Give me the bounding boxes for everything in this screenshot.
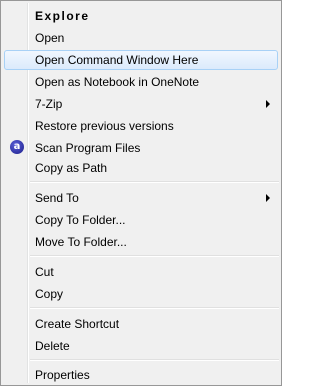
menu-item-label: Move To Folder... (35, 235, 127, 249)
menu-item-restore-previous-versions[interactable]: Restore previous versions (4, 116, 278, 136)
menu-item-open[interactable]: Open (4, 28, 278, 48)
menu-item-label: Open as Notebook in OneNote (35, 75, 200, 89)
menu-item-copy-as-path[interactable]: Copy as Path (4, 158, 278, 178)
menu-item-cut[interactable]: Cut (4, 262, 278, 282)
menu-item-label: 7-Zip (35, 97, 63, 111)
menu-item-scan-program-files[interactable]: a Scan Program Files (4, 138, 278, 158)
menu-item-copy-to-folder[interactable]: Copy To Folder... (4, 210, 278, 230)
menu-item-create-shortcut[interactable]: Create Shortcut (4, 314, 278, 334)
menu-item-label: Restore previous versions (35, 119, 174, 133)
menu-item-label: Copy (35, 287, 64, 301)
menu-item-label: Send To (35, 191, 79, 205)
menu-item-move-to-folder[interactable]: Move To Folder... (4, 232, 278, 252)
menu-item-copy[interactable]: Copy (4, 284, 278, 304)
menu-item-delete[interactable]: Delete (4, 336, 278, 356)
context-menu: Explore Open Open Command Window Here Op… (0, 0, 282, 386)
menu-item-7-zip[interactable]: 7-Zip (4, 94, 278, 114)
menu-item-open-command-window-here[interactable]: Open Command Window Here (4, 50, 278, 70)
submenu-arrow-icon (266, 194, 270, 202)
menu-item-label: Properties (35, 368, 90, 382)
menu-item-label: Open (35, 31, 65, 45)
menu-item-label: Delete (35, 339, 70, 353)
antivirus-scan-icon: a (10, 140, 24, 154)
menu-item-label: Cut (35, 265, 54, 279)
menu-item-properties[interactable]: Properties (4, 365, 278, 385)
menu-separator (30, 359, 279, 361)
menu-item-label: Explore (35, 9, 90, 23)
menu-item-send-to[interactable]: Send To (4, 188, 278, 208)
menu-separator (30, 181, 279, 183)
menu-item-label: Open Command Window Here (35, 53, 199, 67)
menu-item-open-as-notebook-in-onenote[interactable]: Open as Notebook in OneNote (4, 72, 278, 92)
submenu-arrow-icon (266, 100, 270, 108)
menu-separator (30, 307, 279, 309)
menu-item-label: Scan Program Files (35, 141, 141, 155)
menu-item-label: Copy To Folder... (35, 213, 126, 227)
menu-item-label: Copy as Path (35, 161, 108, 175)
menu-item-explore[interactable]: Explore (4, 6, 278, 26)
menu-item-label: Create Shortcut (35, 317, 120, 331)
menu-separator (30, 255, 279, 257)
